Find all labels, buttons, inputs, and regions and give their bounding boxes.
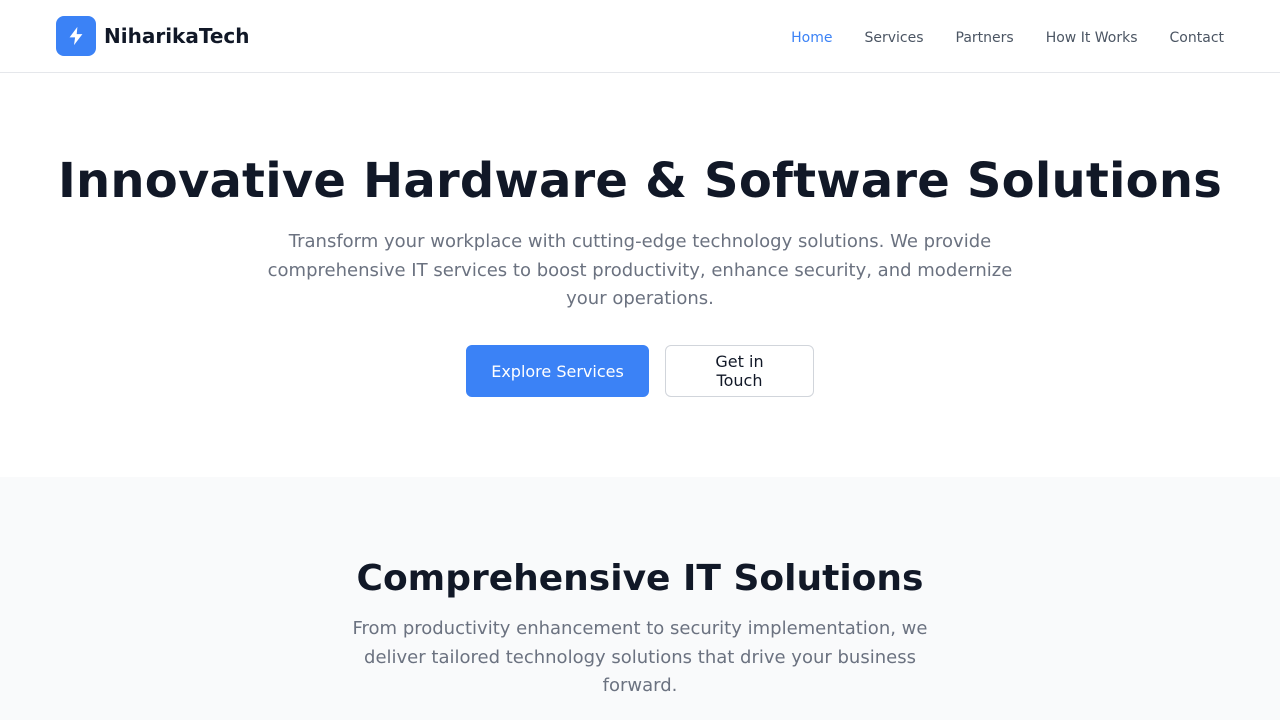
solutions-section: Comprehensive IT Solutions From producti… <box>0 477 1280 720</box>
nav-item: Home <box>791 27 832 46</box>
hero-actions: Explore Services Get in Touch <box>0 345 1280 397</box>
get-in-touch-button[interactable]: Get in Touch <box>665 345 814 397</box>
main-nav: Home Services Partners How It Works Cont… <box>791 27 1224 46</box>
explore-services-button[interactable]: Explore Services <box>466 345 649 397</box>
nav-item: Services <box>864 27 923 46</box>
nav-link-partners[interactable]: Partners <box>956 30 1014 46</box>
brand-home-link[interactable]: NiharikaTech <box>56 16 250 56</box>
brand-name: NiharikaTech <box>104 24 250 48</box>
nav-item: Partners <box>956 27 1014 46</box>
nav-link-how-it-works[interactable]: How It Works <box>1046 30 1138 46</box>
top-navbar: NiharikaTech Home Services Partners How … <box>0 0 1280 73</box>
nav-list: Home Services Partners How It Works Cont… <box>791 27 1224 46</box>
nav-item: How It Works <box>1046 27 1138 46</box>
hero-subtitle: Transform your workplace with cutting-ed… <box>267 231 1013 309</box>
solutions-title: Comprehensive IT Solutions <box>356 558 924 599</box>
hero-section: Innovative Hardware & Software Solutions… <box>0 73 1280 477</box>
nav-item: Contact <box>1170 27 1224 46</box>
hero-title: Innovative Hardware & Software Solutions <box>58 153 1222 209</box>
solutions-subtitle: From productivity enhancement to securit… <box>352 618 928 696</box>
nav-link-contact[interactable]: Contact <box>1170 30 1224 46</box>
lightning-bolt-icon <box>56 16 96 56</box>
nav-link-home[interactable]: Home <box>791 30 832 46</box>
nav-link-services[interactable]: Services <box>864 30 923 46</box>
